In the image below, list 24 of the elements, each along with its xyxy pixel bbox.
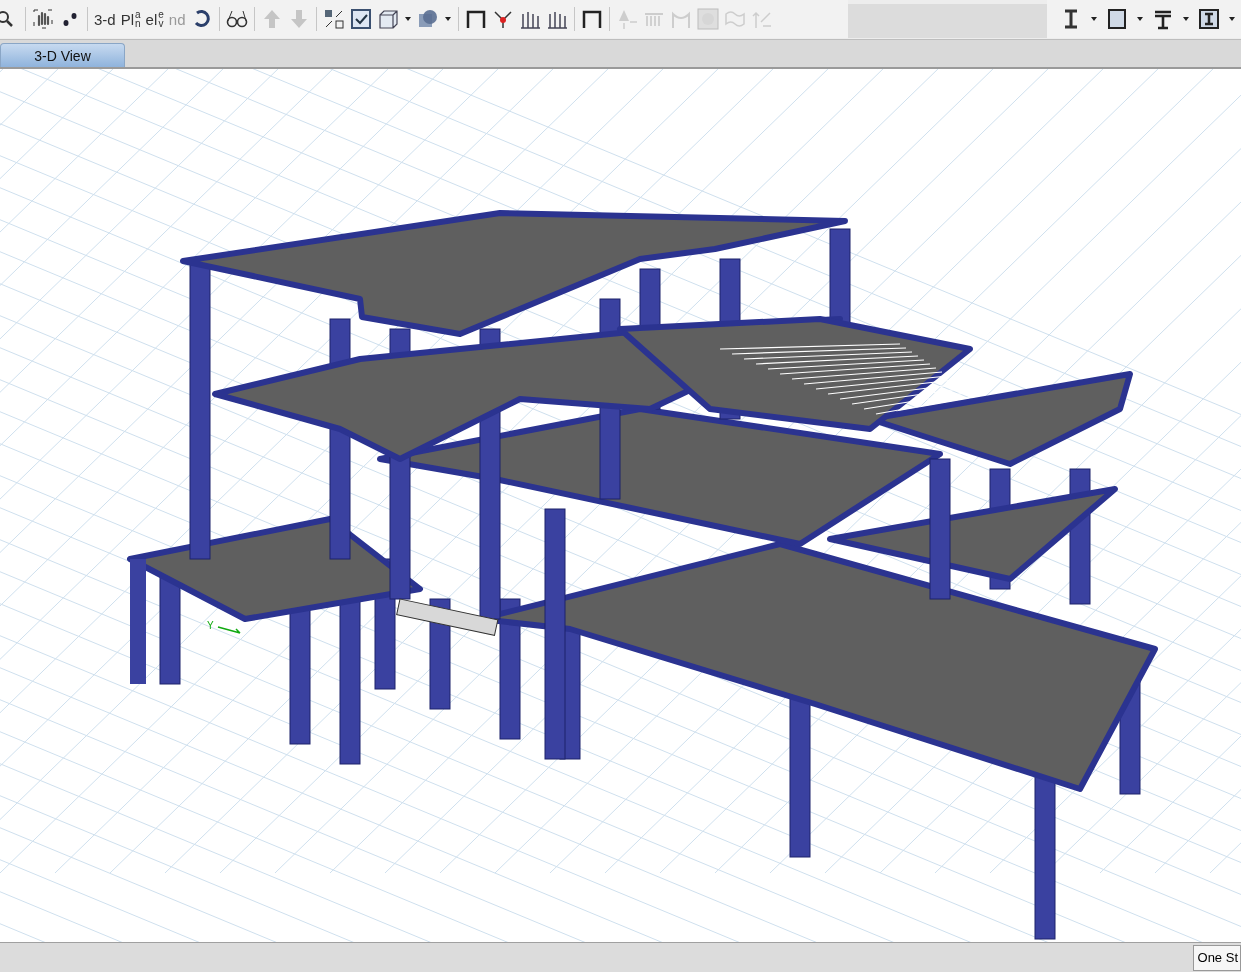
dropdown-caret-icon[interactable] (1137, 17, 1143, 21)
sphere-icon (416, 8, 439, 30)
frame-icon (580, 8, 603, 30)
dropdown-caret-icon[interactable] (1183, 17, 1189, 21)
dropdown-caret-icon[interactable] (1091, 17, 1097, 21)
t-section-icon (1152, 8, 1174, 30)
frame-icon (464, 8, 487, 30)
box-section-icon (1106, 8, 1128, 30)
status-field: One St (1192, 944, 1241, 971)
dropdown-caret-icon[interactable] (404, 17, 411, 21)
axis-icon (217, 626, 241, 634)
checkbox-icon (349, 8, 372, 30)
wave-icon (723, 8, 746, 30)
view-tab[interactable]: 3-D View (0, 43, 125, 67)
dropdown-caret-icon[interactable] (444, 17, 451, 21)
i-box-icon (1198, 8, 1220, 30)
joint-icon (491, 8, 514, 30)
axis-label: Y (207, 620, 214, 631)
dropdown-caret-icon[interactable] (1229, 17, 1235, 21)
shrink-icon (322, 8, 345, 30)
glasses-icon (225, 8, 248, 30)
contour-icon (696, 8, 719, 30)
cube-icon (376, 8, 399, 30)
view-button[interactable]: 3-d (93, 5, 117, 33)
